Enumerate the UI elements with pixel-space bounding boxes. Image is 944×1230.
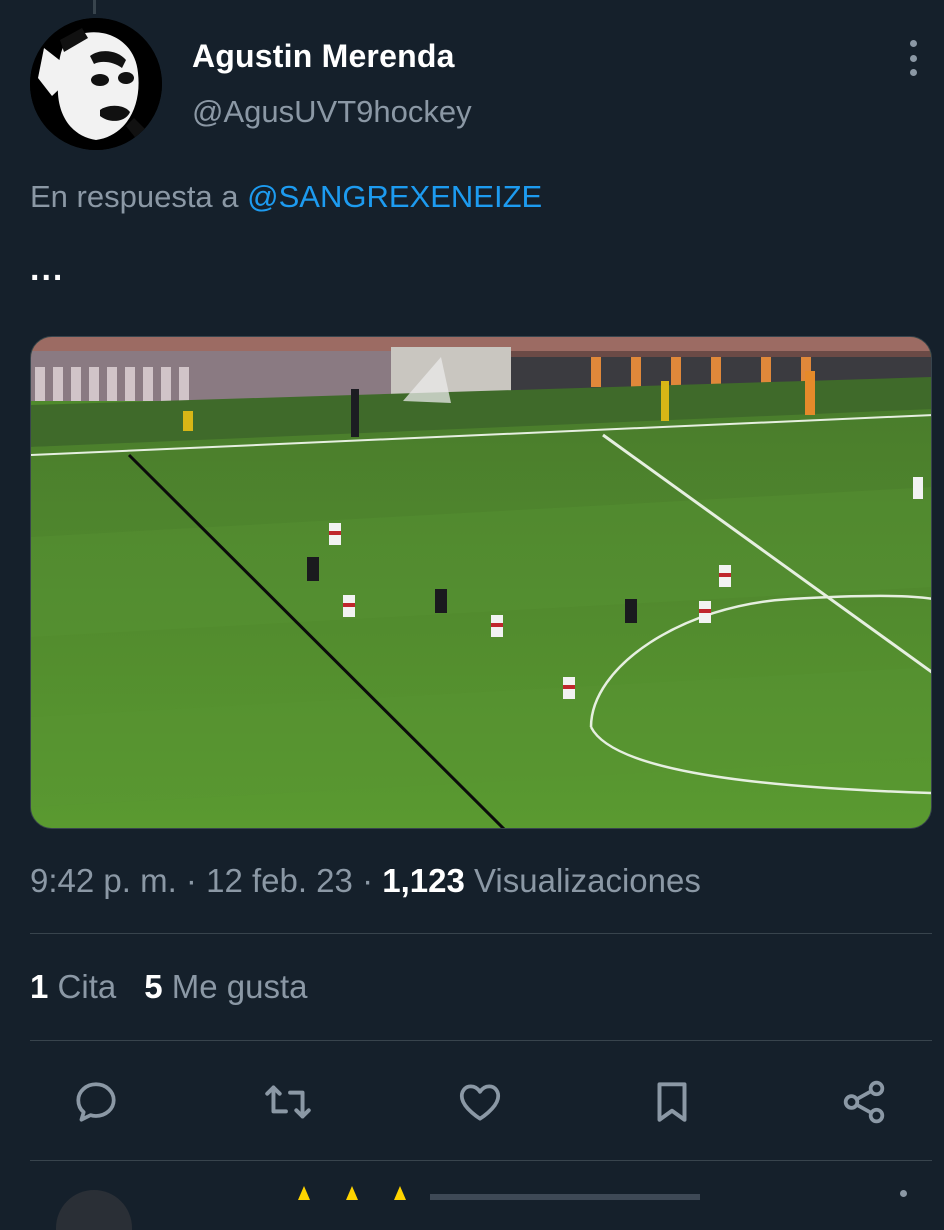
bookmark-icon xyxy=(657,1082,687,1122)
quotes-label: Cita xyxy=(57,968,117,1005)
meta-separator: · xyxy=(362,862,374,899)
tweet-stats: 1 Cita 5 Me gusta xyxy=(30,968,308,1006)
star-emoji-icon xyxy=(298,1186,406,1200)
reply-icon xyxy=(76,1082,116,1122)
like-icon xyxy=(459,1084,501,1121)
tweet-time[interactable]: 9:42 p. m. xyxy=(30,862,177,899)
like-button[interactable] xyxy=(450,1072,510,1132)
avatar[interactable] xyxy=(30,18,162,150)
bookmark-button[interactable] xyxy=(642,1072,702,1132)
views-label: Visualizaciones xyxy=(474,862,701,899)
author-handle[interactable]: @AgusUVT9hockey xyxy=(192,94,472,130)
next-reply-peek xyxy=(0,1186,944,1230)
soccer-pitch-photo xyxy=(31,337,931,828)
more-options-icon[interactable] xyxy=(898,40,928,76)
more-dot xyxy=(909,54,917,62)
likes-label: Me gusta xyxy=(171,968,308,1005)
avatar-image xyxy=(30,18,162,150)
thread-connector xyxy=(93,0,96,14)
divider xyxy=(30,933,932,934)
action-bar xyxy=(0,1072,944,1132)
tweet-text: ... xyxy=(30,250,65,288)
share-icon xyxy=(843,1080,885,1124)
next-name-fragment xyxy=(430,1194,700,1200)
views-count: 1,123 xyxy=(382,862,465,899)
tweet-media-image[interactable] xyxy=(30,336,932,829)
tweet-date[interactable]: 12 feb. 23 xyxy=(206,862,353,899)
reply-prefix: En respuesta a xyxy=(30,179,239,214)
quotes-stat[interactable]: 1 Cita xyxy=(30,968,116,1005)
reply-mention-link[interactable]: @SANGREXENEIZE xyxy=(247,179,542,214)
reply-context: En respuesta a @SANGREXENEIZE xyxy=(30,179,542,215)
meta-separator: · xyxy=(185,862,197,899)
reply-button[interactable] xyxy=(66,1072,126,1132)
likes-count: 5 xyxy=(144,968,163,1005)
more-dot xyxy=(909,69,917,76)
divider xyxy=(30,1040,932,1041)
quotes-count: 1 xyxy=(30,968,49,1005)
next-avatar xyxy=(56,1190,132,1230)
likes-stat[interactable]: 5 Me gusta xyxy=(144,968,307,1005)
share-button[interactable] xyxy=(834,1072,894,1132)
author-name[interactable]: Agustin Merenda xyxy=(192,38,455,75)
retweet-button[interactable] xyxy=(258,1072,318,1132)
retweet-icon xyxy=(265,1085,311,1119)
next-more-icon[interactable] xyxy=(900,1190,907,1197)
divider xyxy=(30,1160,932,1161)
tweet-meta: 9:42 p. m. · 12 feb. 23 · 1,123 Visualiz… xyxy=(30,862,701,900)
more-dot xyxy=(909,40,917,47)
